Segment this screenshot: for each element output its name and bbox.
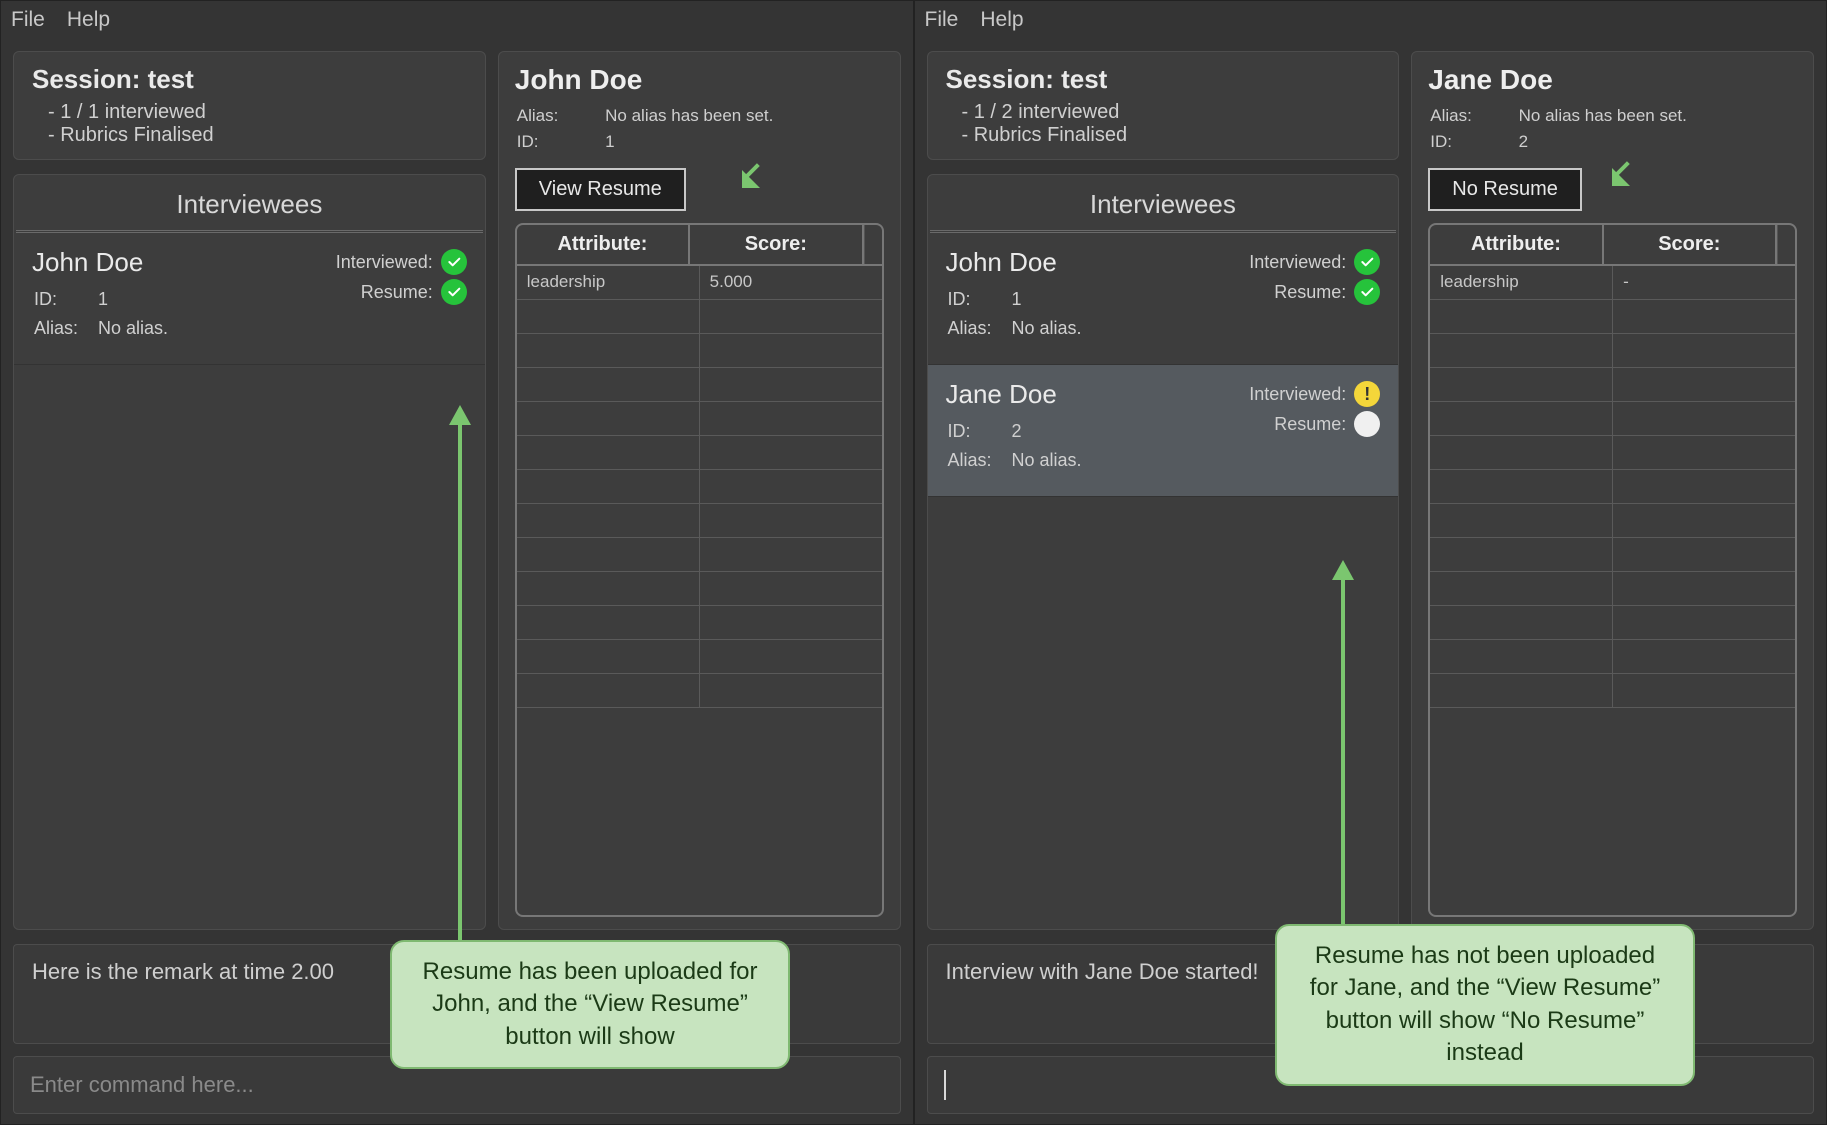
check-icon xyxy=(1354,279,1380,305)
table-row xyxy=(517,640,882,674)
session-line: - 1 / 2 interviewed xyxy=(946,101,1381,124)
session-line: - Rubrics Finalised xyxy=(32,124,467,147)
interviewee-item[interactable]: John Doe ID:1Alias:No alias. Interviewed: R… xyxy=(14,233,485,365)
interviewee-meta: ID:1Alias:No alias. xyxy=(32,284,188,344)
menu-help[interactable]: Help xyxy=(67,8,110,32)
no-resume-button[interactable]: No Resume xyxy=(1428,168,1582,211)
check-icon xyxy=(1354,249,1380,275)
score-cell: 5.000 xyxy=(700,266,882,299)
table-row xyxy=(1430,572,1795,606)
attribute-table: Attribute: Score: leadership- xyxy=(1428,223,1797,917)
empty-status-icon xyxy=(1354,411,1380,437)
table-row xyxy=(517,300,882,334)
annotation-arrow-line xyxy=(1341,579,1345,939)
status-label: Interviewed: xyxy=(1249,384,1346,405)
status-label: Resume: xyxy=(1274,414,1346,435)
interviewee-meta: ID:1Alias:No alias. xyxy=(946,284,1102,344)
detail-name: John Doe xyxy=(515,64,884,96)
score-header: Score: xyxy=(1604,225,1777,264)
annotation-arrow-line xyxy=(458,424,462,954)
interviewees-header: Interviewees xyxy=(930,185,1397,233)
detail-meta: Alias:No alias has been set. ID:1 xyxy=(515,102,884,156)
session-line: - 1 / 1 interviewed xyxy=(32,101,467,124)
annotation-arrow-icon xyxy=(740,162,768,190)
attr-header: Attribute: xyxy=(1430,225,1603,264)
session-title: Session: test xyxy=(946,64,1381,95)
menubar: File Help xyxy=(1,1,913,39)
table-row xyxy=(517,436,882,470)
menu-file[interactable]: File xyxy=(11,8,45,32)
score-cell: - xyxy=(1613,266,1795,299)
attribute-table: Attribute: Score: leadership5.000 xyxy=(515,223,884,917)
interviewee-meta: ID:2Alias:No alias. xyxy=(946,416,1102,476)
table-row xyxy=(517,674,882,708)
attr-cell: leadership xyxy=(517,266,700,299)
table-row xyxy=(517,504,882,538)
annotation-arrow-icon xyxy=(1610,160,1638,188)
table-row xyxy=(1430,300,1795,334)
attr-header: Attribute: xyxy=(517,225,690,264)
interviewee-name: John Doe xyxy=(946,247,1102,278)
annotation-callout: Resume has been uploaded for John, and t… xyxy=(390,940,790,1069)
interviewee-name: John Doe xyxy=(32,247,188,278)
table-row xyxy=(517,402,882,436)
check-icon xyxy=(441,249,467,275)
annotation-arrow-head-icon xyxy=(449,405,471,425)
interviewee-item[interactable]: John Doe ID:1Alias:No alias. Interviewed: R… xyxy=(928,233,1399,365)
status-label: Resume: xyxy=(1274,282,1346,303)
command-input[interactable] xyxy=(30,1072,884,1098)
interviewee-name: Jane Doe xyxy=(946,379,1102,410)
annotation-arrow-head-icon xyxy=(1332,560,1354,580)
table-row xyxy=(1430,402,1795,436)
check-icon xyxy=(441,279,467,305)
table-row: leadership5.000 xyxy=(517,266,882,300)
text-cursor xyxy=(944,1070,946,1100)
table-row xyxy=(1430,504,1795,538)
table-row xyxy=(1430,606,1795,640)
status-label: Interviewed: xyxy=(336,252,433,273)
interviewees-panel: Interviewees John Doe ID:1Alias:No alias.… xyxy=(927,174,1400,930)
table-row xyxy=(1430,538,1795,572)
table-row xyxy=(517,538,882,572)
table-row xyxy=(1430,640,1795,674)
table-row xyxy=(517,606,882,640)
view-resume-button[interactable]: View Resume xyxy=(515,168,686,211)
session-card: Session: test - 1 / 1 interviewed - Rubr… xyxy=(13,51,486,160)
detail-meta: Alias:No alias has been set. ID:2 xyxy=(1428,102,1797,156)
table-row xyxy=(1430,436,1795,470)
menubar: File Help xyxy=(915,1,1827,39)
warning-icon: ! xyxy=(1354,381,1380,407)
session-card: Session: test - 1 / 2 interviewed - Rubr… xyxy=(927,51,1400,160)
interviewee-item[interactable]: Jane Doe ID:2Alias:No alias. Interviewed:!… xyxy=(928,365,1399,497)
table-row: leadership- xyxy=(1430,266,1795,300)
session-line: - Rubrics Finalised xyxy=(946,124,1381,147)
detail-name: Jane Doe xyxy=(1428,64,1797,96)
interviewees-panel: Interviewees John Doe ID:1Alias:No alias.… xyxy=(13,174,486,930)
table-row xyxy=(517,572,882,606)
detail-panel: John Doe Alias:No alias has been set. ID… xyxy=(498,51,901,930)
session-title: Session: test xyxy=(32,64,467,95)
table-row xyxy=(517,334,882,368)
attr-cell: leadership xyxy=(1430,266,1613,299)
table-row xyxy=(1430,334,1795,368)
table-row xyxy=(517,470,882,504)
table-row xyxy=(1430,368,1795,402)
status-label: Resume: xyxy=(361,282,433,303)
menu-help[interactable]: Help xyxy=(980,8,1023,32)
status-label: Interviewed: xyxy=(1249,252,1346,273)
table-row xyxy=(1430,674,1795,708)
table-row xyxy=(517,368,882,402)
score-header: Score: xyxy=(690,225,863,264)
interviewees-header: Interviewees xyxy=(16,185,483,233)
table-row xyxy=(1430,470,1795,504)
menu-file[interactable]: File xyxy=(925,8,959,32)
annotation-callout: Resume has not been uploaded for Jane, a… xyxy=(1275,924,1695,1086)
